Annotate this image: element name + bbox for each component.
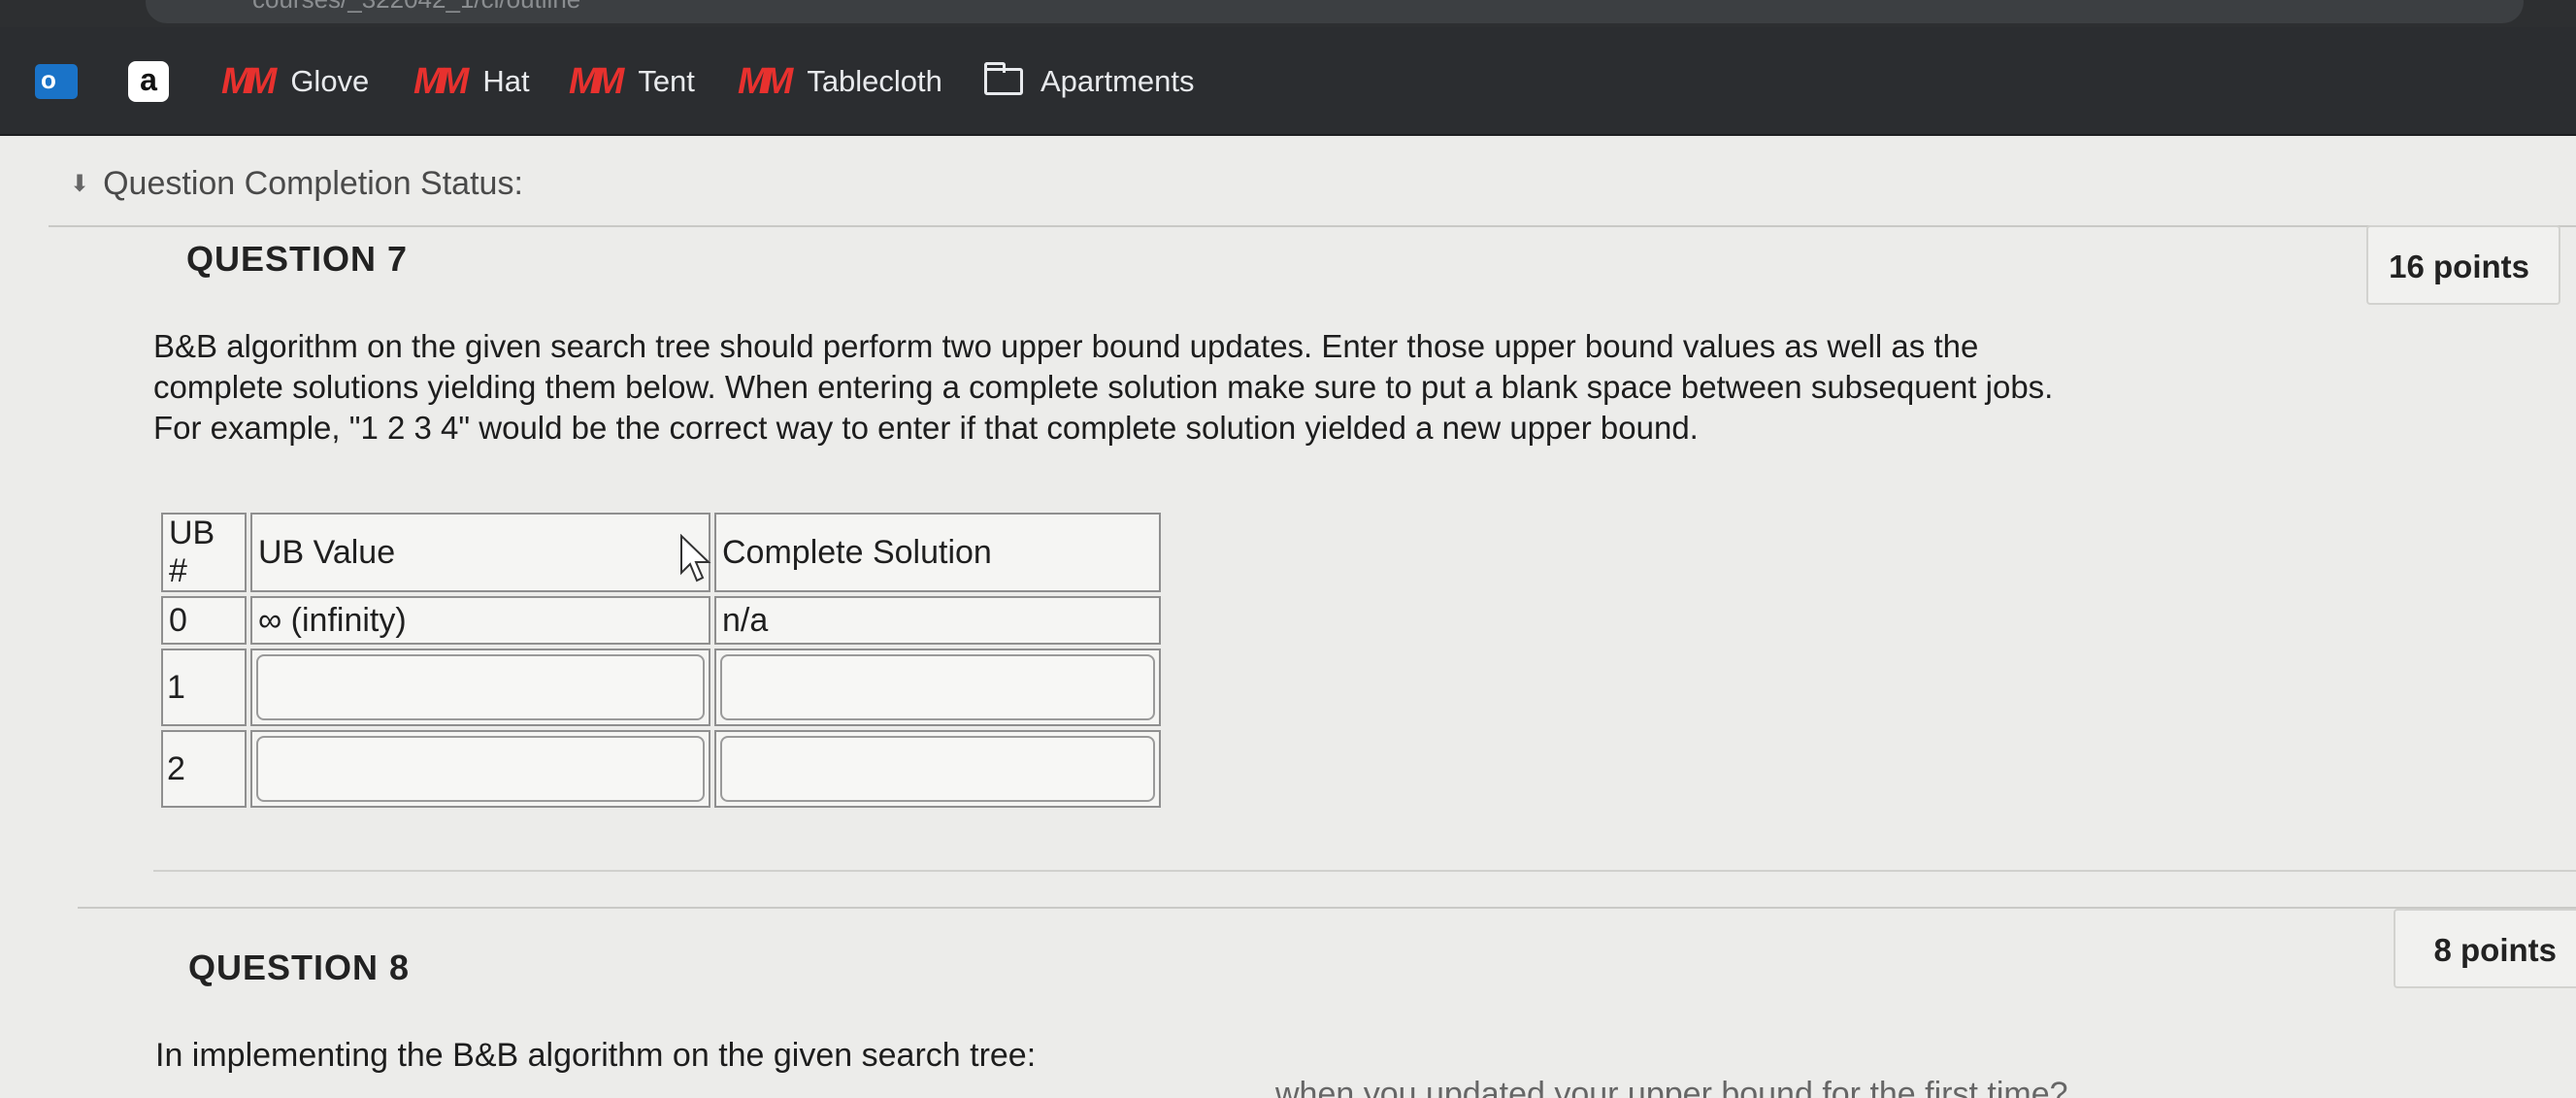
bookmark-amazon[interactable]: a — [128, 56, 169, 107]
table-row: 2 — [161, 730, 1161, 808]
question-7-points: 16 points — [2366, 225, 2560, 305]
bookmark-apartments-folder[interactable]: Apartments — [984, 56, 1195, 107]
question-completion-status[interactable]: ⬇ Question Completion Status: — [70, 165, 523, 203]
bookmark-label: Hat — [482, 64, 530, 98]
ub-1-solution-input[interactable] — [720, 654, 1155, 720]
ub-number-cell: 2 — [161, 730, 247, 808]
outlook-icon — [35, 64, 78, 99]
ub-number-cell: 1 — [161, 649, 247, 726]
ub-2-solution-input[interactable] — [720, 736, 1155, 802]
ub-value-cell — [250, 649, 710, 726]
header-complete-solution: Complete Solution — [714, 513, 1161, 592]
bookmark-hat[interactable]: MM Hat — [413, 56, 530, 107]
ub-number-cell: 0 — [161, 596, 247, 645]
test-page: ⬇ Question Completion Status: QUESTION 7… — [0, 136, 2576, 1098]
folder-icon — [984, 62, 1023, 95]
address-bar-text: courses/_322042_1/cl/outline — [252, 0, 580, 15]
mouse-pointer-icon — [680, 534, 711, 582]
m-logo-icon: MM — [413, 60, 469, 102]
table-header-row: UB # UB Value Complete Solution — [161, 513, 1161, 592]
table-row: 1 — [161, 649, 1161, 726]
question-7-text: B&B algorithm on the given search tree s… — [153, 328, 2054, 446]
double-chevron-down-icon: ⬇ — [70, 171, 90, 197]
m-logo-icon: MM — [569, 60, 624, 102]
solution-cell — [714, 649, 1161, 726]
bookmark-tablecloth[interactable]: MM Tablecloth — [738, 56, 942, 107]
divider — [78, 907, 2576, 909]
divider — [153, 870, 2576, 872]
ub-1-value-input[interactable] — [256, 654, 705, 720]
question-8-points: 8 points — [2394, 909, 2576, 988]
amazon-icon: a — [128, 61, 169, 102]
ub-2-value-input[interactable] — [256, 736, 705, 802]
bookmark-label: Glove — [290, 64, 370, 98]
bookmark-glove[interactable]: MM Glove — [221, 56, 369, 107]
ub-value-cell: ∞ (infinity) — [250, 596, 710, 645]
header-ub-value: UB Value — [250, 513, 710, 592]
question-8-title: QUESTION 8 — [188, 948, 411, 987]
upper-bound-table: UB # UB Value Complete Solution 0 ∞ (inf… — [157, 509, 1165, 812]
bookmark-label: Apartments — [1040, 64, 1195, 98]
browser-top-bar: courses/_322042_1/cl/outline — [0, 0, 2576, 27]
bookmarks-bar: a MM Glove MM Hat MM Tent MM Tablecloth … — [0, 27, 2576, 136]
completion-status-label: Question Completion Status: — [103, 165, 523, 202]
bookmark-outlook[interactable] — [35, 56, 78, 107]
bookmark-tent[interactable]: MM Tent — [569, 56, 695, 107]
solution-cell: n/a — [714, 596, 1161, 645]
m-logo-icon: MM — [738, 60, 793, 102]
header-ub-number: UB # — [161, 513, 247, 592]
bookmark-label: Tablecloth — [807, 64, 942, 98]
ub-value-cell — [250, 730, 710, 808]
bookmark-label: Tent — [638, 64, 695, 98]
solution-cell — [714, 730, 1161, 808]
address-bar[interactable]: courses/_322042_1/cl/outline — [146, 0, 2524, 23]
m-logo-icon: MM — [221, 60, 277, 102]
question-8-subquestion-partial: …when you updated your upper bound for t… — [1242, 1076, 2068, 1098]
divider — [49, 225, 2576, 227]
question-7-title: QUESTION 7 — [186, 239, 409, 279]
table-row: 0 ∞ (infinity) n/a — [161, 596, 1161, 645]
question-8-text: In implementing the B&B algorithm on the… — [155, 1037, 1037, 1074]
